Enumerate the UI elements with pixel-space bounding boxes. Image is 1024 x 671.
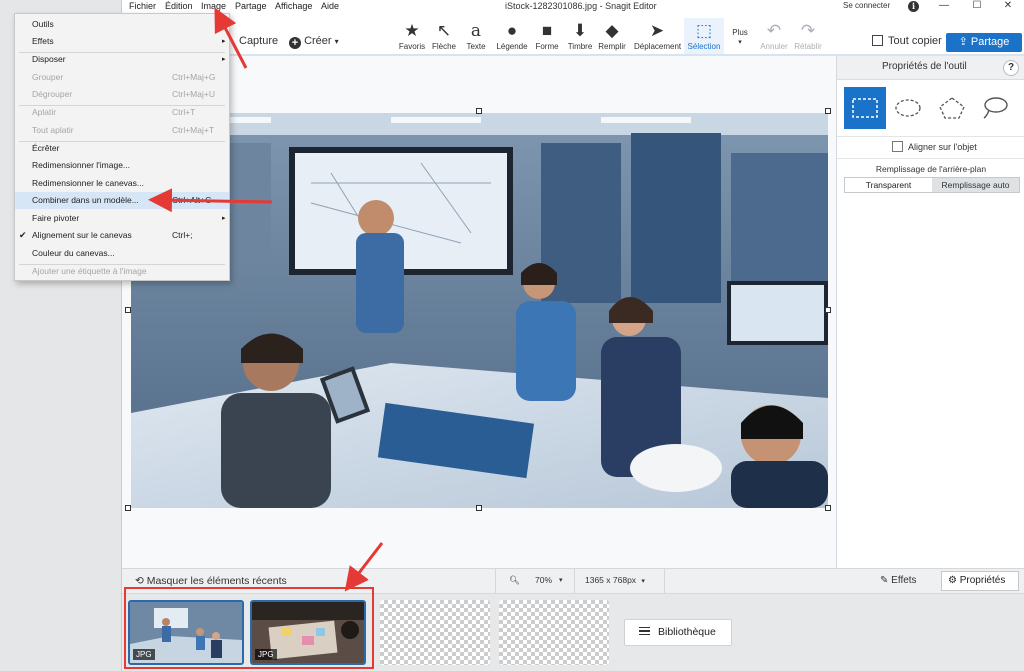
annotation-arrow <box>344 542 384 592</box>
annotation-arrow <box>148 188 273 213</box>
annotation-box <box>124 587 374 669</box>
annotation-overlay <box>148 7 384 592</box>
annotation-arrow <box>214 7 248 69</box>
